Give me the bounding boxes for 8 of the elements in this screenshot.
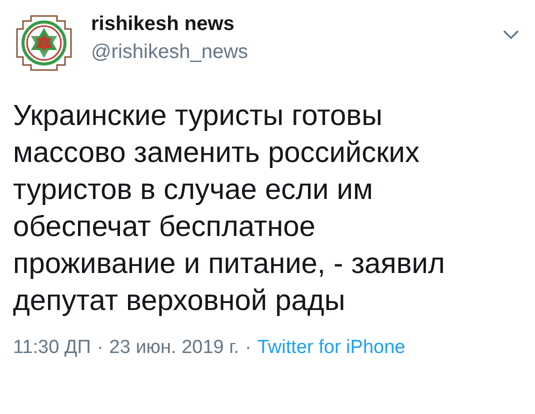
tweet-date: 23 июн. 2019 г. — [109, 336, 240, 360]
author-name[interactable]: rishikesh news — [91, 12, 234, 36]
chevron-down-icon[interactable] — [503, 30, 519, 40]
tweet-text: Украинские туристы готовы массово заменить российских туристов в случае если им обеспечат бесплатное проживание и питание, - заявил депутат верховной рады — [13, 99, 445, 319]
author-handle: @rishikesh_news — [91, 40, 248, 64]
separator-dot: · — [96, 336, 104, 360]
tweet-time: 11:30 ДП — [13, 336, 91, 360]
separator-dot: · — [245, 336, 252, 360]
